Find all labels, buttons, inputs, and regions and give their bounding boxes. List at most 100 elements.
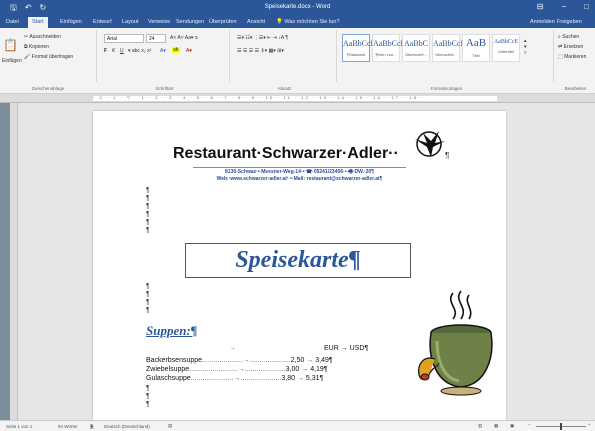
empty-paragraph: ¶ <box>146 299 150 306</box>
strike-sub-sup-icons[interactable]: ▾ abc x₂ x² <box>128 48 151 54</box>
replace-button[interactable]: ⇄ Ersetzen <box>558 44 583 50</box>
style-heading-2[interactable]: AaBbCcI Überschrif... <box>432 34 464 62</box>
ribbon-tabs: Datei Start Einfügen Entwurf Layout Verw… <box>0 16 595 28</box>
clipboard-group-label: Zwischenablage <box>31 86 65 91</box>
maximize-icon[interactable]: □ <box>584 2 589 11</box>
title-rule <box>193 167 406 168</box>
copy-button[interactable]: ⧉ Kopieren <box>24 44 49 50</box>
language-status[interactable]: Deutsch (Deutschland) <box>104 424 150 429</box>
ribbon-display-icon[interactable]: ⊟ <box>537 2 544 11</box>
format-painter-button[interactable]: 🖌 Format übertragen <box>24 54 73 60</box>
empty-paragraph: ¶ <box>146 401 150 408</box>
empty-paragraph: ¶ <box>146 219 150 226</box>
ruler-ticks: · 2 · 1 · ▽ · 1 · 2 · 3 · 4 · 5 · 6 · 7 … <box>93 95 425 100</box>
font-name-select[interactable]: Arial <box>104 34 144 43</box>
read-mode-icon[interactable]: ▥ <box>478 423 482 429</box>
menu-item-row: Zwiebelsuppe.........................→..… <box>146 366 328 373</box>
style-subtitle[interactable]: AaBbCcE Untertitel <box>492 34 520 62</box>
font-color-icon[interactable]: A▾ <box>186 48 192 54</box>
editing-group: ⌕ Suchen ⇄ Ersetzen ⬚ Markieren Bearbeit… <box>556 30 595 91</box>
web-mail-line: Web:·www.schwarzer-adler.at¹·•·Mail:·res… <box>216 176 383 182</box>
web-layout-icon[interactable]: ▣ <box>510 423 514 429</box>
document-page[interactable]: Restaurant·Schwarzer·Adler·· ¶ 8130-Schw… <box>93 111 506 420</box>
select-button[interactable]: ⬚ Markieren <box>558 54 586 60</box>
font-group: Arial 24 A˄ A˅ Aa▾ ⦸ F K U ▾ abc x₂ x² A… <box>100 30 230 91</box>
grow-shrink-font-icons[interactable]: A˄ A˅ Aa▾ ⦸ <box>170 35 198 41</box>
tab-datei[interactable]: Datei <box>6 19 19 25</box>
currency-header: EUR → USD¶ <box>324 345 369 352</box>
menu-heading: Speisekarte¶ <box>185 243 411 278</box>
title-bar: 🖫 ↶ ↻ Speisekarte.docx - Word ⊟ − □ <box>0 0 595 16</box>
menu-item-name: Zwiebelsuppe <box>146 366 190 373</box>
tell-me-search[interactable]: 💡 Was möchten Sie tun? <box>276 19 340 25</box>
menu-item-row: Gulaschsuppe......................→.....… <box>146 375 323 382</box>
bold-button[interactable]: F <box>104 48 107 54</box>
style-title[interactable]: AaB Titel <box>462 34 490 62</box>
ribbon: 📋 Einfügen ✂ Ausschneiden ⧉ Kopieren 🖌 F… <box>0 28 595 94</box>
tab-arrow-icon: → <box>230 345 236 351</box>
styles-scroll-icon[interactable]: ▴ ▾ ▿ <box>524 38 527 56</box>
style-name: Überschrif... <box>405 52 427 57</box>
search-button[interactable]: ⌕ Suchen <box>558 34 579 40</box>
paste-button[interactable]: Einfügen <box>2 58 22 64</box>
print-layout-icon[interactable]: ▦ <box>494 423 498 429</box>
tab-entwurf[interactable]: Entwurf <box>93 19 112 25</box>
tab-ueberpruefen[interactable]: Überprüfen <box>209 19 237 25</box>
font-size-select[interactable]: 24 <box>146 34 166 43</box>
text-effects-icon[interactable]: A▾ <box>160 48 166 54</box>
tab-einfuegen[interactable]: Einfügen <box>60 19 82 25</box>
paste-icon[interactable]: 📋 <box>3 38 18 52</box>
editing-group-label: Bearbeiten <box>564 86 587 91</box>
word-count[interactable]: 94 Wörter <box>58 424 78 429</box>
tab-verweise[interactable]: Verweise <box>148 19 170 25</box>
vertical-ruler[interactable] <box>10 103 18 420</box>
style-preview: AaBbC <box>404 39 428 48</box>
empty-paragraph: ¶ <box>146 211 150 218</box>
tab-start[interactable]: Start <box>28 17 48 28</box>
italic-button[interactable]: K <box>112 48 115 54</box>
empty-paragraph: ¶ <box>146 385 150 392</box>
paragraph-group-label: Absatz <box>277 86 292 91</box>
style-standard[interactable]: AaBbCcDc ¶Standard <box>342 34 380 62</box>
zoom-slider-thumb[interactable] <box>560 423 562 430</box>
style-preview: AaBbCcE <box>493 39 519 45</box>
status-bar: Seite 1 von 1 94 Wörter 🗎 Deutsch (Deuts… <box>0 420 595 431</box>
empty-paragraph: ¶ <box>146 291 150 298</box>
eagle-logo-icon <box>415 131 445 157</box>
zoom-in-icon[interactable]: + <box>588 422 591 427</box>
zoom-out-icon[interactable]: − <box>528 422 531 427</box>
horizontal-ruler[interactable]: · 2 · 1 · ▽ · 1 · 2 · 3 · 4 · 5 · 6 · 7 … <box>0 94 595 103</box>
tab-ansicht[interactable]: Ansicht <box>247 19 265 25</box>
style-no-spacing[interactable]: AaBbCcDc ¶Kein Lee... <box>372 34 410 62</box>
empty-paragraph: ¶ <box>146 195 150 202</box>
style-heading-1[interactable]: AaBbC Überschrif... <box>402 34 430 62</box>
proofing-icon[interactable]: 🗎 <box>90 423 94 431</box>
macro-icon[interactable]: ▤ <box>168 423 172 429</box>
minimize-icon[interactable]: − <box>561 2 566 11</box>
menu-item-name: Gulaschsuppe <box>146 375 191 382</box>
style-preview: AaBbCcI <box>433 39 464 48</box>
empty-paragraph: ¶ <box>146 307 150 314</box>
style-preview: AaBbCcDc <box>343 39 380 48</box>
font-group-label: Schriftart <box>155 86 174 91</box>
highlight-icon[interactable]: ab <box>172 47 180 53</box>
page-count[interactable]: Seite 1 von 1 <box>6 424 32 429</box>
dot-leader: .........................→..............… <box>189 366 286 373</box>
menu-item-eur: 3,00 <box>285 366 300 373</box>
clipboard-group: 📋 Einfügen ✂ Ausschneiden ⧉ Kopieren 🖌 F… <box>0 30 97 91</box>
underline-button[interactable]: U <box>120 48 124 54</box>
sign-in-link[interactable]: Anmelden <box>530 19 555 25</box>
alignment-icons[interactable]: ☰ ☰ ☰ ☰ ⇕▾ ▦▾ ⊞▾ <box>237 48 284 54</box>
tab-sendungen[interactable]: Sendungen <box>176 19 204 25</box>
cut-button[interactable]: ✂ Ausschneiden <box>24 34 61 40</box>
empty-paragraph: ¶ <box>146 203 150 210</box>
list-icons[interactable]: ☰▾ ☷▾ ⋮☰▾ ⇤ ⇥ ↓A ¶ <box>237 35 288 41</box>
soup-pot-icon <box>418 290 493 396</box>
tab-layout[interactable]: Layout <box>122 19 139 25</box>
tab-arrow-icon: → <box>299 366 311 373</box>
menu-item-row: Backerbsensuppe.....................→...… <box>146 357 333 364</box>
style-name: ¶Standard <box>346 52 366 57</box>
share-button[interactable]: Freigeben <box>557 19 582 25</box>
tab-arrow-icon: → <box>304 357 316 364</box>
menu-item-eur: 3,80 <box>281 375 296 382</box>
